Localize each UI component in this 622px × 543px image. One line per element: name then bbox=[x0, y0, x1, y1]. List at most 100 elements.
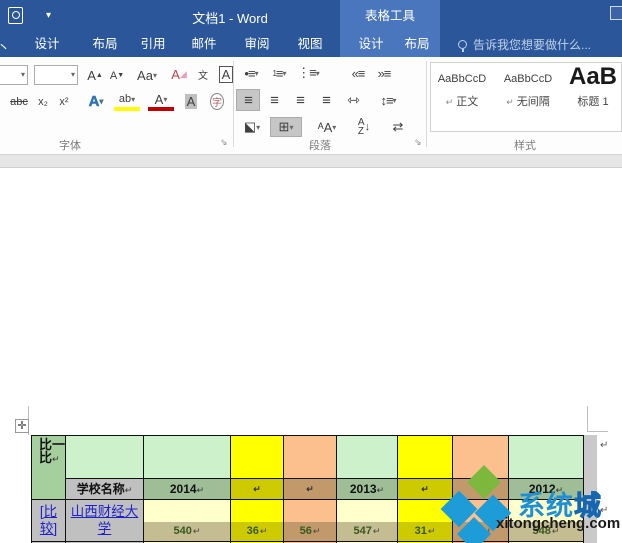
clear-formatting-button[interactable]: A ◢ bbox=[168, 63, 190, 85]
tell-me-text: 告诉我您想要做什么... bbox=[473, 38, 592, 52]
phonetic-guide-button[interactable]: 文 bbox=[192, 63, 214, 85]
header-top-cell bbox=[337, 436, 398, 479]
character-shading-button[interactable]: A bbox=[180, 91, 202, 111]
tab-references[interactable]: 引用 bbox=[134, 32, 172, 57]
header-empty-cell bbox=[398, 479, 453, 500]
tab-layout[interactable]: 布局 bbox=[86, 32, 124, 57]
increase-indent-button[interactable]: »≡ bbox=[372, 63, 396, 83]
table-move-handle[interactable]: ✛ bbox=[15, 419, 29, 433]
style-no-spacing[interactable]: AaBbCcD ↵ 无间隔 bbox=[498, 61, 558, 121]
tell-me-box[interactable]: 告诉我您想要做什么... bbox=[458, 32, 591, 57]
sort-button[interactable]: A Z ↓ bbox=[352, 117, 376, 137]
score-cell: 548 bbox=[509, 500, 584, 542]
font-color-button[interactable]: A ▾ bbox=[148, 91, 174, 111]
tab-home-partial[interactable]: 丶 bbox=[0, 36, 7, 52]
change-case-button[interactable]: Aa ▾ bbox=[132, 65, 162, 85]
justify-button[interactable]: ≡ bbox=[314, 89, 338, 111]
quick-access-more-icon[interactable]: ▾ bbox=[46, 10, 51, 21]
tab-table-design[interactable]: 设计 bbox=[352, 32, 390, 57]
align-left-button[interactable]: ≡ bbox=[236, 89, 260, 111]
font-group-label: 字体 bbox=[59, 140, 81, 152]
styles-group-label: 样式 bbox=[514, 140, 536, 152]
style-heading1[interactable]: AaB 标题 1 bbox=[564, 61, 622, 121]
font-name-combobox[interactable]: ▾ bbox=[0, 65, 28, 85]
row-end-mark: ↵ bbox=[600, 505, 609, 516]
header-top-cell bbox=[398, 436, 453, 479]
borders-button[interactable]: ⊞ ▾ bbox=[270, 117, 302, 137]
ribbon-tabs: 丶 设计 布局 引用 邮件 审阅 视图 设计 布局 告诉我您想要做什么... bbox=[0, 32, 622, 57]
title-bar: ▾ 文档1 - Word 表格工具 bbox=[0, 0, 622, 32]
style-preview: AaB bbox=[568, 63, 617, 90]
align-center-button[interactable]: ≡ bbox=[262, 89, 286, 111]
decrease-indent-button[interactable]: «≡ bbox=[346, 63, 370, 83]
school-link[interactable]: 山西财经大学 bbox=[71, 504, 139, 536]
compare-link[interactable]: [比较] bbox=[40, 504, 57, 536]
table-end-strip bbox=[584, 435, 597, 543]
compare-link-cell: [比较] bbox=[32, 500, 66, 542]
dropdown-arrow-icon[interactable]: ▾ bbox=[21, 70, 25, 79]
style-preview: AaBbCcD bbox=[503, 73, 553, 85]
tab-mailings[interactable]: 邮件 bbox=[185, 32, 223, 57]
school-name-header: 学校名称 bbox=[66, 479, 144, 500]
tab-table-layout[interactable]: 布局 bbox=[398, 32, 436, 57]
text-boundary-mark bbox=[587, 431, 608, 432]
school-link-cell: 山西财经大学 bbox=[66, 500, 144, 542]
group-separator bbox=[426, 61, 427, 147]
shading-button[interactable]: ⬕ ▾ bbox=[238, 117, 266, 137]
year-header-2014: 2014 bbox=[144, 479, 231, 500]
year-header-2013: 2013 bbox=[337, 479, 398, 500]
header-top-cell bbox=[231, 436, 284, 479]
ribbon-display-options-icon[interactable] bbox=[610, 6, 622, 20]
lightbulb-icon bbox=[458, 40, 467, 52]
enclose-characters-button[interactable]: 字 bbox=[206, 91, 228, 111]
table-tools-label: 表格工具 bbox=[340, 0, 440, 32]
numbering-button[interactable]: 1 ≡ ▾ bbox=[266, 63, 292, 83]
school-score-table: 比一比 学校名称 2014 2013 2012 [比较] 山西财经大学 540 … bbox=[31, 435, 584, 543]
paragraph-group-label: 段落 bbox=[309, 140, 331, 152]
align-right-button[interactable]: ≡ bbox=[288, 89, 312, 111]
superscript-button[interactable]: x² bbox=[54, 93, 74, 111]
header-empty-cell bbox=[453, 479, 509, 500]
highlight-color-button[interactable]: ab ▾ bbox=[114, 91, 140, 111]
font-size-combobox[interactable]: ▾ bbox=[34, 65, 78, 85]
multilevel-list-button[interactable]: ⋮≡ ▾ bbox=[294, 63, 322, 83]
score-cell: 31 bbox=[398, 500, 453, 542]
shrink-font-button[interactable]: A ▼ bbox=[107, 66, 127, 85]
strikethrough-button[interactable]: abc bbox=[6, 93, 32, 111]
document-page[interactable]: ✛ 比一比 学校名称 2014 2013 2012 [比较] 山西财经大学 54… bbox=[0, 168, 622, 543]
header-empty-cell bbox=[284, 479, 337, 500]
score-cell: 56 bbox=[284, 500, 337, 542]
header-top-cell bbox=[453, 436, 509, 479]
pilcrow-icon: ↵ bbox=[506, 97, 514, 107]
text-boundary-mark bbox=[587, 406, 588, 432]
bullets-button[interactable]: •≡ ▾ bbox=[238, 63, 264, 83]
subscript-button[interactable]: x₂ bbox=[33, 93, 53, 111]
score-cell: 540 bbox=[144, 500, 231, 542]
table-corner-cell: 比一比 bbox=[32, 436, 66, 500]
row-end-mark: ↵ bbox=[600, 440, 609, 451]
tab-view[interactable]: 视图 bbox=[291, 32, 329, 57]
score-cell: 547 bbox=[337, 500, 398, 542]
grow-font-button[interactable]: A ▲ bbox=[84, 65, 106, 85]
print-preview-icon[interactable] bbox=[8, 7, 23, 24]
header-top-cell bbox=[144, 436, 231, 479]
line-spacing-button[interactable]: ↕≡ ▾ bbox=[374, 89, 402, 111]
score-cell: 36 bbox=[231, 500, 284, 542]
distributed-button[interactable]: ⇿ bbox=[340, 89, 366, 111]
tab-review[interactable]: 审阅 bbox=[238, 32, 276, 57]
show-hide-marks-button[interactable]: ⇄ bbox=[386, 117, 410, 137]
font-dialog-launcher-icon[interactable]: ⇘ bbox=[220, 137, 228, 148]
year-header-2012: 2012 bbox=[509, 479, 584, 500]
dropdown-arrow-icon[interactable]: ▾ bbox=[71, 70, 75, 79]
header-top-cell bbox=[66, 436, 144, 479]
score-cell: 67 bbox=[453, 500, 509, 542]
text-effects-button[interactable]: A ▾ bbox=[82, 91, 110, 111]
group-separator bbox=[233, 61, 234, 147]
tab-design[interactable]: 设计 bbox=[28, 32, 66, 57]
header-top-cell bbox=[284, 436, 337, 479]
word-window: ▾ 文档1 - Word 表格工具 丶 设计 布局 引用 邮件 审阅 视图 设计… bbox=[0, 0, 622, 543]
asian-layout-button[interactable]: ᴬA ▾ bbox=[312, 117, 342, 137]
style-normal[interactable]: AaBbCcD ↵ 正文 bbox=[432, 61, 492, 121]
header-top-cell bbox=[509, 436, 584, 479]
paragraph-dialog-launcher-icon[interactable]: ⇘ bbox=[414, 137, 422, 148]
